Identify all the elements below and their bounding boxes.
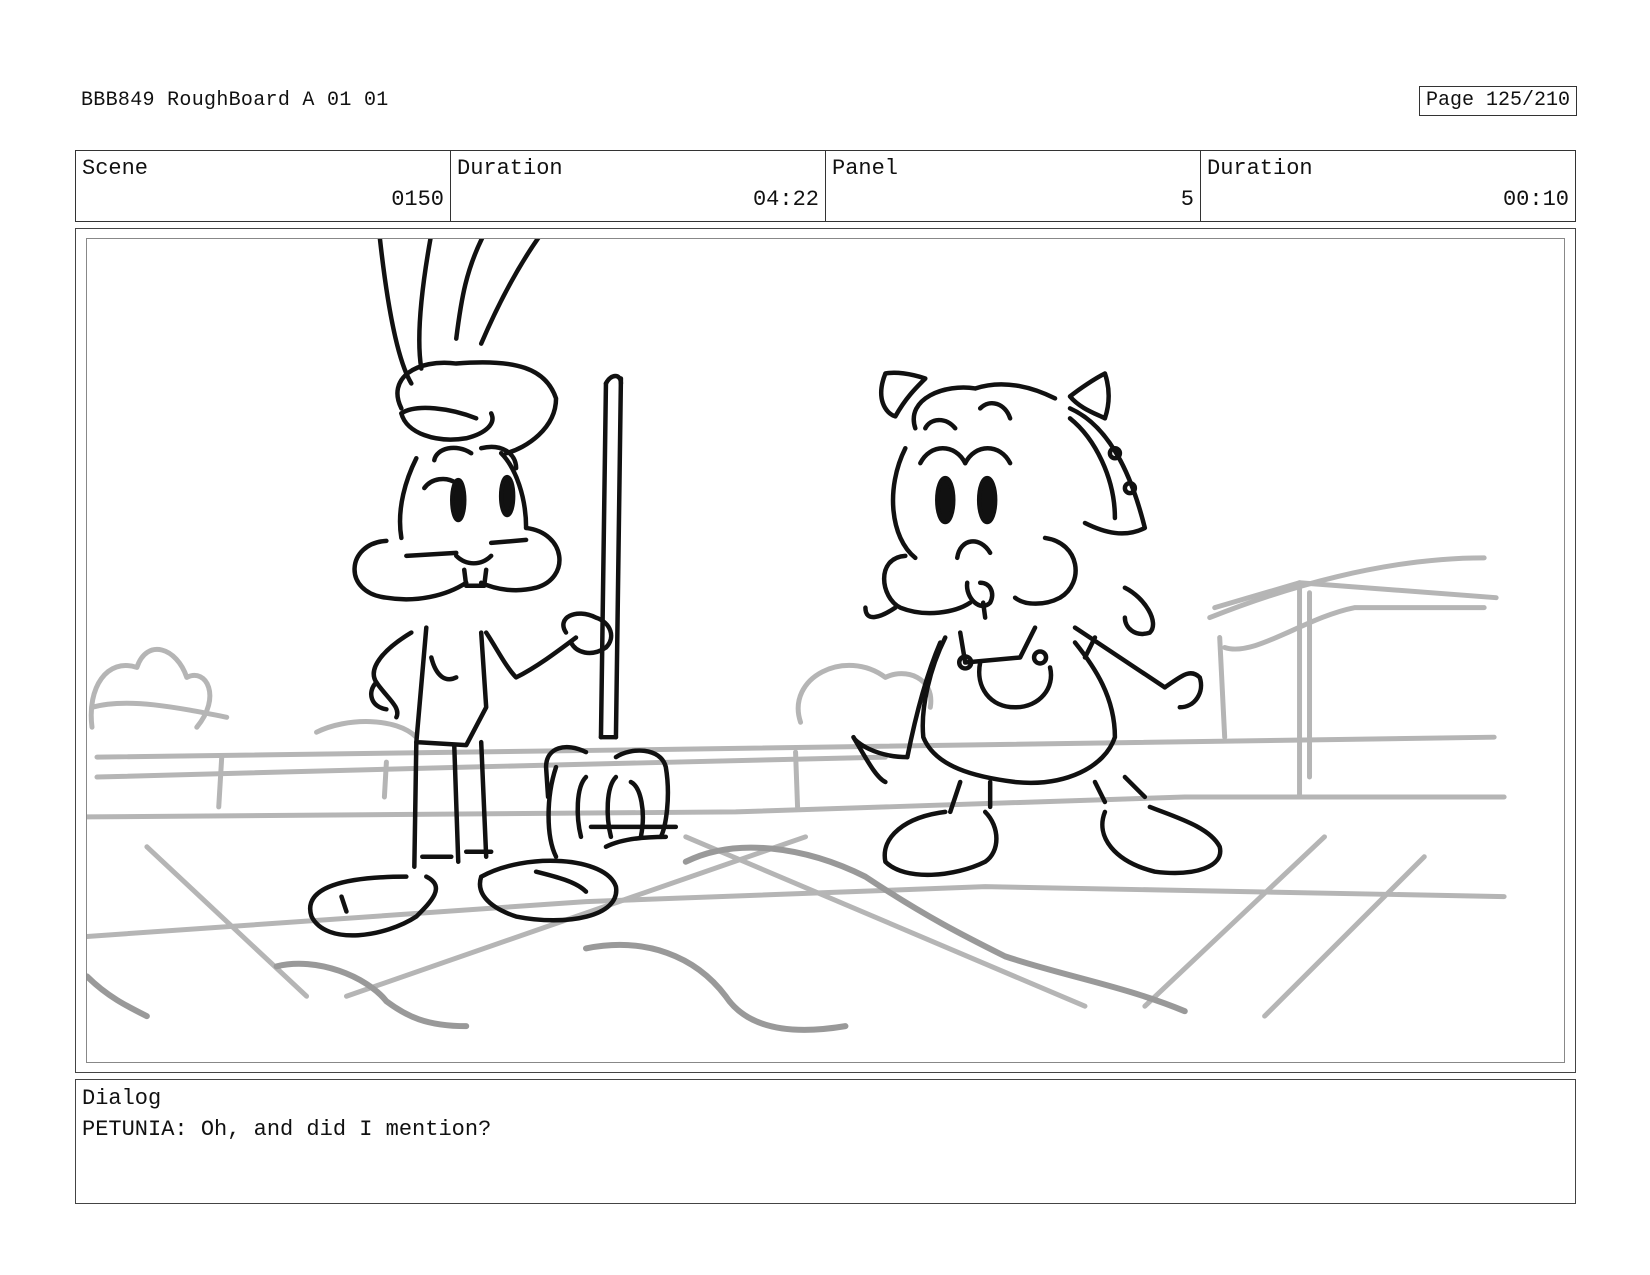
panel-label: Panel: [832, 156, 899, 181]
foreground-hills: [87, 844, 1188, 1033]
scene-label: Scene: [82, 156, 149, 181]
scene-duration-value: 04:22: [752, 187, 819, 212]
scene-duration-label: Duration: [457, 156, 563, 181]
scene-value: 0150: [391, 187, 444, 212]
panel-value: 5: [1180, 187, 1194, 212]
panel-drawing-area: [86, 238, 1565, 1063]
bunny-character: [307, 239, 619, 938]
storyboard-panel: [75, 228, 1576, 1073]
dialog-box: Dialog PETUNIA: Oh, and did I mention?: [75, 1079, 1576, 1204]
dialog-text: PETUNIA: Oh, and did I mention?: [82, 1117, 492, 1142]
info-table: Scene 0150 Duration 04:22 Panel 5 Durati…: [75, 150, 1576, 222]
scene-duration-cell: Duration 04:22: [451, 151, 826, 221]
background-sketch: [87, 555, 1507, 1019]
scene-cell: Scene 0150: [76, 151, 451, 221]
panel-duration-value: 00:10: [1502, 187, 1569, 212]
dialog-label: Dialog: [82, 1086, 162, 1111]
storyboard-sketch: [87, 239, 1507, 1033]
page-number-box: Page 125/210: [1418, 86, 1577, 116]
panel-cell: Panel 5: [826, 151, 1201, 221]
panel-duration-cell: Duration 00:10: [1201, 151, 1575, 221]
panel-duration-label: Duration: [1207, 156, 1313, 181]
document-title: BBB849 RoughBoard A 01 01: [81, 89, 389, 112]
